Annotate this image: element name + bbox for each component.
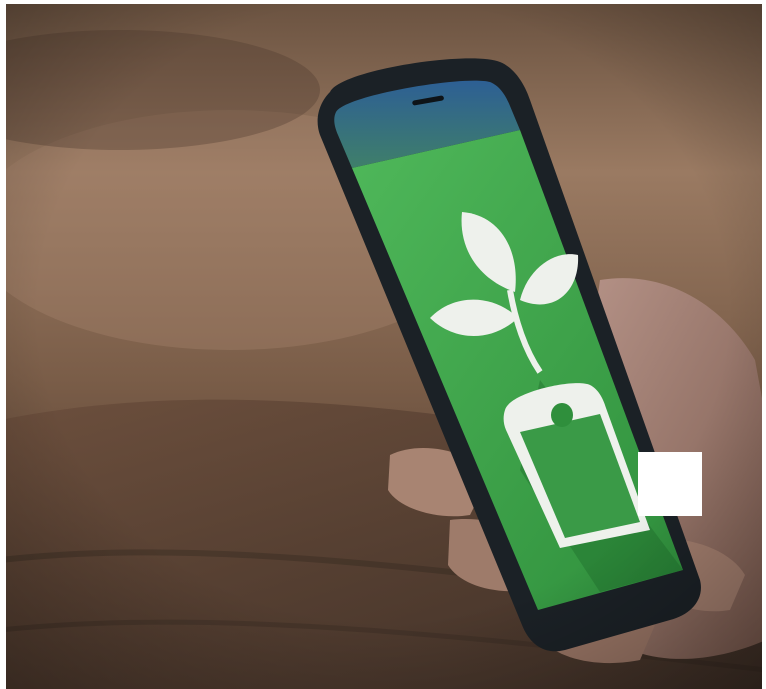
phone-photo [0,0,766,689]
redaction-box [638,452,702,516]
photo-scene [0,0,766,689]
vignette [0,0,766,689]
